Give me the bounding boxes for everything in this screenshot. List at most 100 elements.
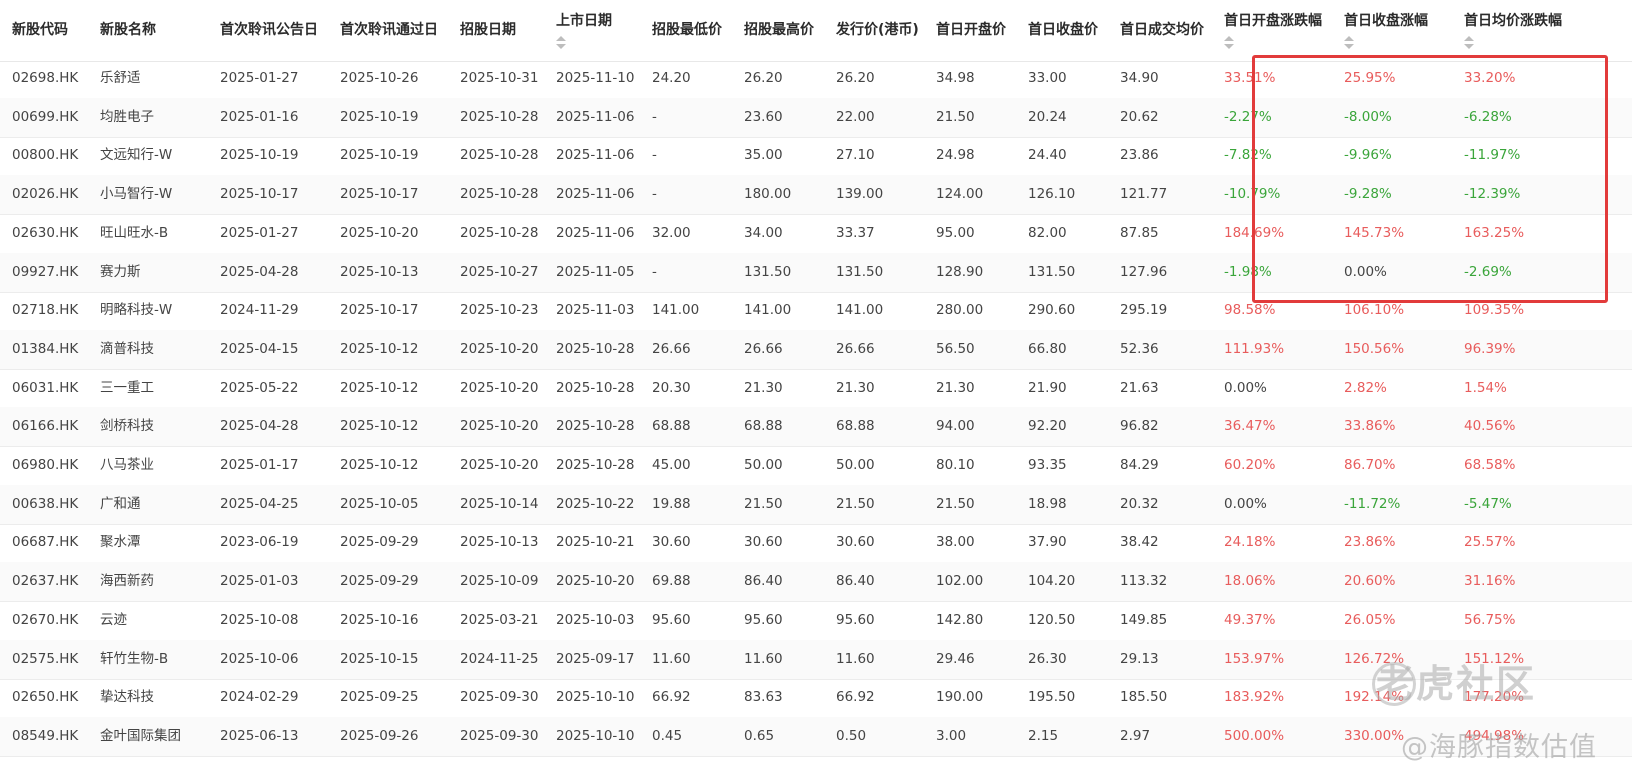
cell-day1-open-chg: 24.18%	[1224, 534, 1276, 551]
cell-code[interactable]: 02670.HK	[12, 601, 78, 640]
cell-subscription-date: 2025-10-13	[460, 534, 539, 551]
cell-day1-open-chg: 98.58%	[1224, 302, 1276, 319]
cell-code[interactable]: 00699.HK	[12, 98, 78, 137]
cell-name[interactable]: 八马茶业	[100, 446, 154, 485]
sort-up-down-icon[interactable]	[1464, 36, 1474, 49]
cell-first-hearing-pass: 2025-09-29	[340, 573, 419, 590]
table-row[interactable]: 02026.HK 小马智行-W 2025-10-17 2025-10-17 2025-1…	[0, 175, 1632, 216]
cell-code[interactable]: 06166.HK	[12, 407, 78, 446]
cell-name[interactable]: 均胜电子	[100, 98, 154, 137]
cell-day1-open-chg: -1.98%	[1224, 263, 1272, 280]
cell-offer-low: 20.30	[652, 379, 691, 396]
column-header-day1-open-chg[interactable]: 首日开盘涨跌幅	[1224, 0, 1322, 61]
cell-code[interactable]: 06031.HK	[12, 369, 78, 408]
table-row[interactable]: 02637.HK 海西新药 2025-01-03 2025-09-29 2025-10-…	[0, 562, 1632, 603]
sort-up-down-icon[interactable]	[1224, 36, 1234, 49]
cell-offer-high: 50.00	[744, 457, 783, 473]
cell-code[interactable]: 02718.HK	[12, 291, 78, 330]
cell-day1-open: 94.00	[936, 418, 975, 435]
cell-first-hearing-pass: 2025-10-19	[340, 147, 419, 164]
table-header: 新股代码 新股名称 首次聆讯公告日 首次聆讯通过日 招股日期 上市日期 招股最低价 招股最高价…	[0, 0, 1632, 62]
cell-code[interactable]: 01384.HK	[12, 330, 78, 369]
cell-offer-low: 45.00	[652, 457, 691, 473]
column-header-label: 发行价(港币)	[836, 22, 919, 38]
cell-code[interactable]: 08549.HK	[12, 717, 78, 756]
table-row[interactable]: 01384.HK 滴普科技 2025-04-15 2025-10-12 2025-10-…	[0, 329, 1632, 370]
cell-name[interactable]: 剑桥科技	[100, 407, 154, 446]
cell-listing-date: 2025-10-28	[556, 418, 635, 435]
cell-first-hearing-pass: 2025-10-05	[340, 495, 419, 512]
cell-name[interactable]: 赛力斯	[100, 253, 141, 292]
table-row[interactable]: 02670.HK 云迹 2025-10-08 2025-10-16 2025-03-21…	[0, 601, 1632, 641]
cell-code[interactable]: 02630.HK	[12, 214, 78, 253]
cell-name[interactable]: 海西新药	[100, 562, 154, 601]
cell-offer-high: 21.50	[744, 495, 783, 512]
cell-listing-date: 2025-11-05	[556, 263, 635, 280]
cell-code[interactable]: 02575.HK	[12, 640, 78, 679]
table-row[interactable]: 06687.HK 聚水潭 2023-06-19 2025-09-29 2025-10-1…	[0, 523, 1632, 564]
sort-up-down-icon[interactable]	[1344, 36, 1354, 49]
cell-code[interactable]: 06687.HK	[12, 523, 78, 562]
cell-code[interactable]: 02637.HK	[12, 562, 78, 601]
column-header-listing-date[interactable]: 上市日期	[556, 0, 612, 61]
table-row[interactable]: 08549.HK 金叶国际集团 2025-06-13 2025-09-26 2025-0…	[0, 716, 1632, 757]
table-row[interactable]: 00800.HK 文远知行-W 2025-10-19 2025-10-19 2025-1…	[0, 136, 1632, 177]
cell-code[interactable]: 06980.HK	[12, 446, 78, 485]
column-header-day1-avg-chg[interactable]: 首日均价涨跌幅	[1464, 0, 1562, 61]
cell-name[interactable]: 三一重工	[100, 369, 154, 408]
cell-issue-price: 21.50	[836, 495, 875, 512]
column-header-label: 招股日期	[460, 22, 516, 38]
cell-name[interactable]: 滴普科技	[100, 330, 154, 369]
table-row[interactable]: 02698.HK 乐舒适 2025-01-27 2025-10-26 2025-10-3…	[0, 59, 1632, 99]
cell-offer-high: 34.00	[744, 224, 783, 241]
cell-day1-avg: 20.62	[1120, 108, 1159, 125]
cell-name[interactable]: 小马智行-W	[100, 175, 172, 214]
column-header-day1-close-chg[interactable]: 首日收盘涨幅	[1344, 0, 1428, 61]
cell-day1-open: 95.00	[936, 224, 975, 241]
cell-first-hearing-announce: 2025-04-15	[220, 340, 299, 357]
cell-code[interactable]: 02026.HK	[12, 175, 78, 214]
cell-name[interactable]: 文远知行-W	[100, 136, 172, 175]
cell-offer-high: 30.60	[744, 534, 783, 551]
table-row[interactable]: 00699.HK 均胜电子 2025-01-16 2025-10-19 2025-10-…	[0, 97, 1632, 138]
table-row[interactable]: 06031.HK 三一重工 2025-05-22 2025-10-12 2025-10-…	[0, 369, 1632, 409]
cell-issue-price: 26.20	[836, 70, 875, 86]
cell-day1-open-chg: -2.27%	[1224, 108, 1272, 125]
cell-code[interactable]: 02698.HK	[12, 59, 78, 98]
cell-name[interactable]: 乐舒适	[100, 59, 141, 98]
cell-offer-high: 21.30	[744, 379, 783, 396]
cell-name[interactable]: 广和通	[100, 485, 141, 524]
watermark-community: 老虎社区	[1376, 662, 1537, 706]
cell-listing-date: 2025-11-06	[556, 108, 635, 125]
cell-first-hearing-pass: 2025-09-26	[340, 727, 419, 744]
cell-offer-low: 95.60	[652, 611, 691, 628]
cell-day1-close: 2.15	[1028, 727, 1059, 744]
column-header-label: 首日收盘价	[1028, 22, 1098, 38]
cell-code[interactable]: 09927.HK	[12, 253, 78, 292]
table-row[interactable]: 00638.HK 广和通 2025-04-25 2025-10-05 2025-10-1…	[0, 484, 1632, 525]
table-row[interactable]: 09927.HK 赛力斯 2025-04-28 2025-10-13 2025-10-2…	[0, 252, 1632, 293]
cell-name[interactable]: 明略科技-W	[100, 291, 172, 330]
cell-name[interactable]: 聚水潭	[100, 523, 141, 562]
watermark-author: @海豚指数估值	[1401, 732, 1597, 763]
table-row[interactable]: 02630.HK 旺山旺水-B 2025-01-27 2025-10-20 2025-1…	[0, 214, 1632, 254]
sort-up-down-icon[interactable]	[556, 36, 566, 49]
cell-offer-low: 24.20	[652, 70, 691, 86]
cell-name[interactable]: 轩竹生物-B	[100, 640, 168, 679]
cell-day1-close-chg: -9.28%	[1344, 186, 1392, 203]
cell-name[interactable]: 云迹	[100, 601, 127, 640]
cell-issue-price: 26.66	[836, 340, 875, 357]
cell-name[interactable]: 挚达科技	[100, 678, 154, 717]
cell-subscription-date: 2025-10-27	[460, 263, 539, 280]
cell-first-hearing-announce: 2024-02-29	[220, 689, 299, 706]
column-header-first-hearing-pass: 首次聆讯通过日	[340, 0, 438, 61]
cell-name[interactable]: 金叶国际集团	[100, 717, 181, 756]
cell-code[interactable]: 02650.HK	[12, 678, 78, 717]
cell-day1-open: 34.98	[936, 70, 975, 86]
table-row[interactable]: 02718.HK 明略科技-W 2024-11-29 2025-10-17 2025-1…	[0, 291, 1632, 332]
cell-code[interactable]: 00800.HK	[12, 136, 78, 175]
table-row[interactable]: 06166.HK 剑桥科技 2025-04-28 2025-10-12 2025-10-…	[0, 407, 1632, 448]
table-row[interactable]: 06980.HK 八马茶业 2025-01-17 2025-10-12 2025-10-…	[0, 446, 1632, 486]
cell-name[interactable]: 旺山旺水-B	[100, 214, 168, 253]
cell-code[interactable]: 00638.HK	[12, 485, 78, 524]
